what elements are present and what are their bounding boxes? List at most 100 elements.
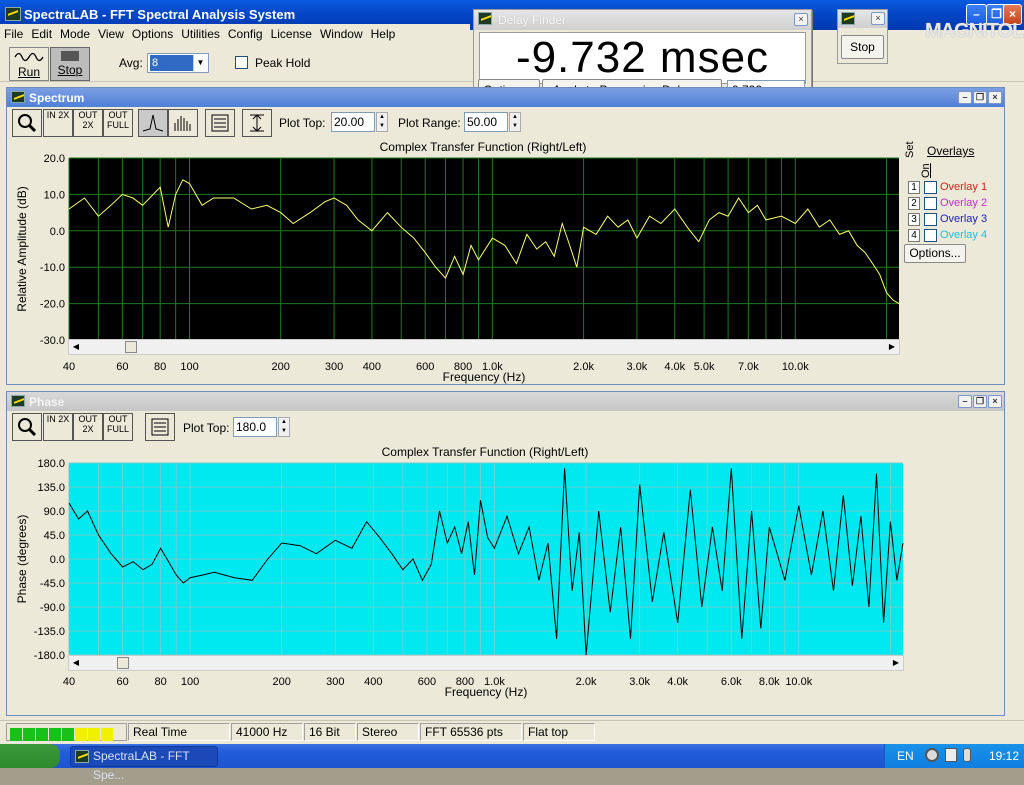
- overlay-options-button[interactable]: Options...: [904, 244, 966, 263]
- app-icon[interactable]: [5, 7, 21, 21]
- x-tick-label: 2.0k: [573, 361, 594, 373]
- window-title: SpectraLAB - FFT Spectral Analysis Syste…: [24, 7, 296, 22]
- overlay-set-label: Set: [904, 141, 916, 158]
- y-tick-label: -20.0: [40, 299, 65, 311]
- peak-hold-label: Peak Hold: [255, 56, 311, 70]
- y-axis-label: Relative Amplitude (dB): [15, 186, 29, 311]
- x-tick-label: 60: [116, 361, 128, 373]
- x-axis-label: Frequency (Hz): [443, 370, 526, 384]
- menu-window[interactable]: Window: [316, 24, 367, 41]
- overlay-set-button[interactable]: 3: [908, 213, 920, 226]
- menu-config[interactable]: Config: [224, 24, 267, 41]
- menu-license[interactable]: License: [267, 24, 316, 41]
- chevron-down-icon[interactable]: ▼: [193, 55, 207, 71]
- phase-plot-top-input[interactable]: 180.0: [233, 417, 277, 437]
- spectrum-close-button[interactable]: ×: [988, 91, 1002, 104]
- overlay-on-checkbox[interactable]: [924, 213, 937, 226]
- y-tick-label: 20.0: [44, 153, 65, 165]
- x-tick-label: 300: [326, 676, 344, 688]
- menu-utilities[interactable]: Utilities: [177, 24, 224, 41]
- spectrum-restore-button[interactable]: ❐: [973, 91, 987, 104]
- phase-scroll-left-icon[interactable]: ◀: [70, 657, 82, 669]
- zoom-out-2x-button[interactable]: OUT 2X: [73, 109, 103, 137]
- menu-file[interactable]: File: [0, 24, 27, 41]
- spectrum-window-icon: [11, 91, 25, 103]
- bar-mode-icon[interactable]: [168, 109, 198, 137]
- phase-zoom-out-2x-label: OUT 2X: [78, 414, 98, 434]
- overlay-set-button[interactable]: 2: [908, 197, 920, 210]
- x-tick-label: 8.0k: [759, 676, 780, 688]
- status-bar: Real Time 41000 Hz 16 Bit Stereo FFT 655…: [0, 720, 1024, 742]
- delay-finder-titlebar[interactable]: Delay Finder ×: [474, 10, 811, 30]
- overlay-set-button[interactable]: 4: [908, 229, 920, 242]
- stop-window-close-button[interactable]: ×: [871, 12, 885, 25]
- x-tick-label: 300: [325, 361, 343, 373]
- menu-mode[interactable]: Mode: [56, 24, 94, 41]
- hardware-icon[interactable]: [963, 748, 971, 762]
- plot-area[interactable]: [69, 158, 899, 340]
- stop-window-titlebar[interactable]: ×: [838, 10, 887, 28]
- scrollbar-thumb[interactable]: [125, 341, 137, 353]
- phase-scrollbar-thumb[interactable]: [117, 657, 129, 669]
- phase-plot-settings-icon[interactable]: [145, 413, 175, 441]
- overlay-row: 2 Overlay 2: [907, 196, 1002, 212]
- phase-zoom-in-2x-button[interactable]: IN 2X: [43, 413, 73, 441]
- taskbar-spectralab-button[interactable]: SpectraLAB - FFT Spe...: [70, 746, 218, 782]
- overlay-row: 3 Overlay 3: [907, 212, 1002, 228]
- status-mode: Real Time: [128, 723, 230, 741]
- usb-icon[interactable]: [945, 748, 957, 762]
- stop-button[interactable]: Stop: [50, 47, 90, 81]
- peak-hold-checkbox[interactable]: [235, 56, 248, 69]
- start-button[interactable]: [0, 744, 60, 768]
- language-indicator[interactable]: EN: [897, 749, 914, 763]
- phase-zoom-out-2x-button[interactable]: OUT 2X: [73, 413, 103, 441]
- magnitola-logo: MAGNITOLA: [925, 20, 1024, 42]
- spectrum-plot-top-spinner[interactable]: ▲ ▼: [376, 112, 388, 132]
- overlay-set-heading: Set: [904, 138, 916, 158]
- meter-segment: [49, 728, 61, 741]
- overlay-on-checkbox[interactable]: [924, 181, 937, 194]
- spectrum-minimize-button[interactable]: –: [958, 91, 972, 104]
- menu-help[interactable]: Help: [367, 24, 400, 41]
- spectrum-plot-top-input[interactable]: 20.00: [331, 112, 375, 132]
- phase-horizontal-scrollbar[interactable]: ◀ ▶: [68, 655, 904, 671]
- stop-square-icon: [61, 51, 79, 61]
- overlay-set-button[interactable]: 1: [908, 181, 920, 194]
- spectrum-plot-range-label: Plot Range:: [398, 116, 461, 130]
- phase-zoom-icon[interactable]: [12, 413, 42, 441]
- phase-close-button[interactable]: ×: [988, 395, 1002, 408]
- meter-segment: [36, 728, 48, 741]
- spectrum-titlebar[interactable]: Spectrum – ❐ ×: [7, 88, 1004, 107]
- menu-view[interactable]: View: [94, 24, 128, 41]
- x-tick-label: 3.0k: [629, 676, 650, 688]
- overlay-on-checkbox[interactable]: [924, 197, 937, 210]
- phase-scroll-right-icon[interactable]: ▶: [890, 657, 902, 669]
- spectrum-plot-range-spinner[interactable]: ▲ ▼: [509, 112, 521, 132]
- zoom-icon[interactable]: [12, 109, 42, 137]
- phase-minimize-button[interactable]: –: [958, 395, 972, 408]
- run-button[interactable]: Run: [9, 47, 49, 81]
- scroll-left-icon[interactable]: ◀: [70, 341, 82, 353]
- menu-options[interactable]: Options: [128, 24, 177, 41]
- autoscale-icon[interactable]: [242, 109, 272, 137]
- plot-settings-icon[interactable]: [205, 109, 235, 137]
- phase-restore-button[interactable]: ❐: [973, 395, 987, 408]
- delay-finder-close-button[interactable]: ×: [794, 13, 808, 26]
- zoom-out-full-button[interactable]: OUT FULL: [103, 109, 133, 137]
- scroll-right-icon[interactable]: ▶: [886, 341, 898, 353]
- spectrum-plot-range-input[interactable]: 50.00: [464, 112, 508, 132]
- line-mode-icon[interactable]: [138, 109, 168, 137]
- overlay-on-label: On: [920, 163, 932, 178]
- phase-titlebar[interactable]: Phase – ❐ ×: [7, 392, 1004, 411]
- phase-zoom-out-full-label: OUT FULL: [106, 414, 129, 434]
- floating-stop-button[interactable]: Stop: [841, 35, 884, 59]
- spectrum-horizontal-scrollbar[interactable]: ◀ ▶: [68, 339, 900, 355]
- avg-select[interactable]: 8 ▼: [147, 53, 209, 73]
- spectrum-plot-top-label: Plot Top:: [279, 116, 326, 130]
- network-icon[interactable]: [925, 748, 939, 762]
- phase-zoom-out-full-button[interactable]: OUT FULL: [103, 413, 133, 441]
- overlay-on-checkbox[interactable]: [924, 229, 937, 242]
- menu-edit[interactable]: Edit: [27, 24, 56, 41]
- phase-plot-top-spinner[interactable]: ▲ ▼: [278, 417, 290, 437]
- zoom-in-2x-button[interactable]: IN 2X: [43, 109, 73, 137]
